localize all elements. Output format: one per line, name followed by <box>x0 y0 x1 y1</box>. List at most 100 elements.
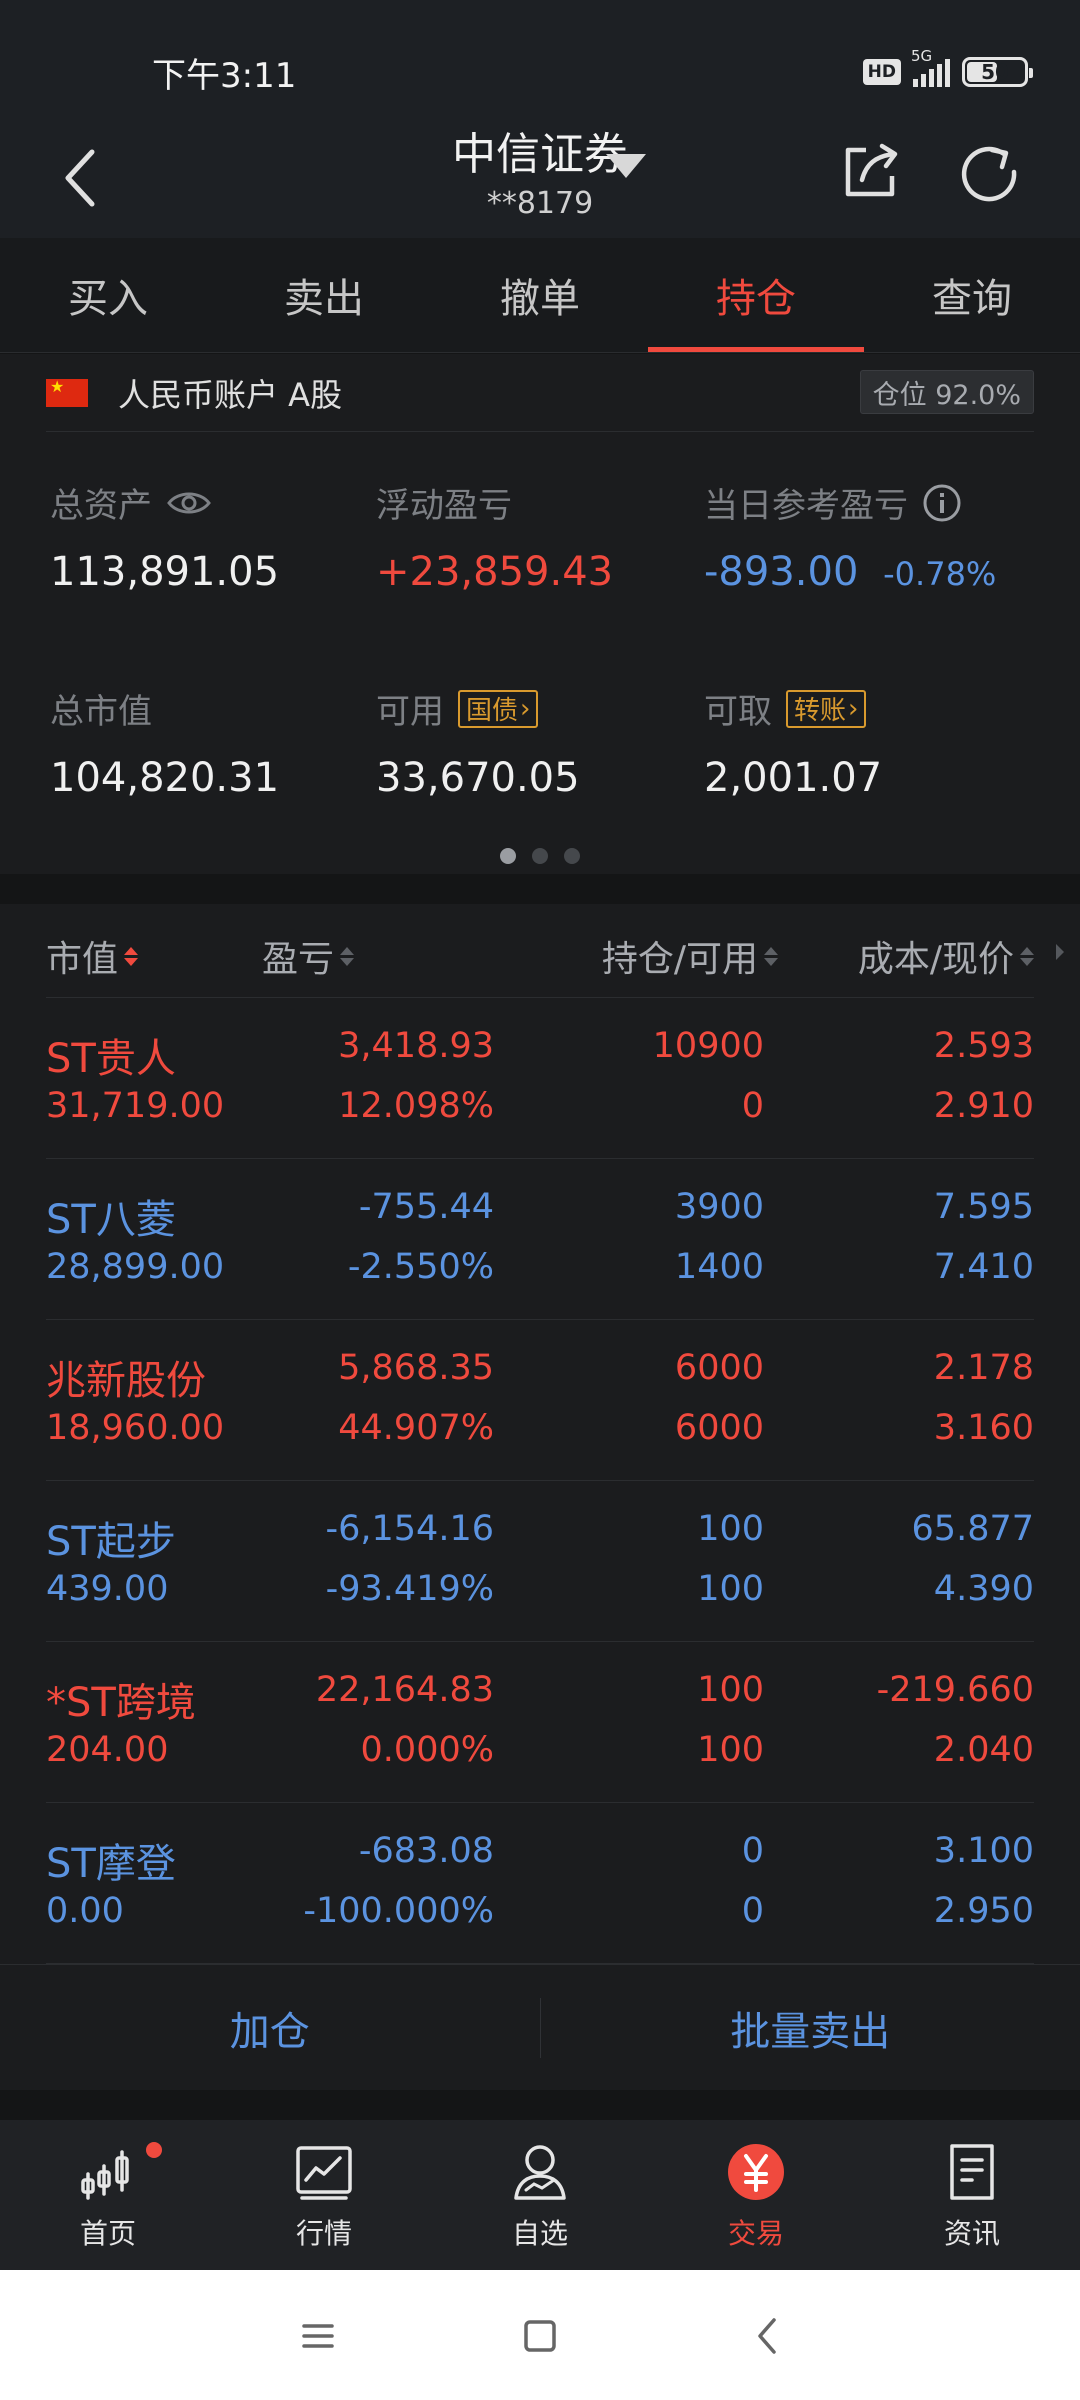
column-holding-available[interactable]: 持仓/可用 <box>602 930 778 982</box>
available-qty: 0 <box>741 1891 764 1931</box>
daily-pl-label: 当日参考盈亏 <box>704 486 908 526</box>
network-type: 5G <box>911 47 933 65</box>
market-value: 439.00 <box>46 1569 169 1609</box>
nav-home[interactable]: 首页 <box>0 2120 216 2270</box>
column-cost-price[interactable]: 成本/现价 <box>858 930 1034 982</box>
dropdown-caret-icon[interactable] <box>606 154 646 178</box>
profit-loss-percent: -93.419% <box>325 1569 494 1609</box>
position-ratio-badge: 仓位 92.0% <box>859 370 1034 414</box>
account-selector[interactable]: 中信证券 **8179 <box>0 118 1080 221</box>
info-icon[interactable] <box>922 483 962 523</box>
profit-loss: 5,868.35 <box>338 1348 494 1388</box>
stock-name: *ST跨境 <box>46 1680 196 1726</box>
profit-loss-percent: 44.907% <box>338 1408 494 1448</box>
header: 中信证券 **8179 <box>0 129 1080 238</box>
daily-pl-percent: -0.78% <box>883 555 997 593</box>
trade-tabs: 买入 卖出 撤单 持仓 查询 <box>0 238 1080 353</box>
available-label: 可用 <box>376 692 444 732</box>
nav-market[interactable]: 行情 <box>216 2120 432 2270</box>
tab-query[interactable]: 查询 <box>864 238 1080 352</box>
current-price: 7.410 <box>933 1247 1034 1287</box>
menu-icon[interactable] <box>290 2308 346 2364</box>
refresh-button[interactable] <box>956 138 1022 204</box>
holdings-table: 市值 盈亏 持仓/可用 成本/现价 ST贵人 31,719.00 3,418.93 1… <box>0 904 1080 1964</box>
total-assets-value: 113,891.05 <box>50 549 280 595</box>
stock-name: ST起步 <box>46 1519 176 1565</box>
tab-positions[interactable]: 持仓 <box>648 238 864 352</box>
holding-row[interactable]: ST摩登 0.00 -683.08 -100.000% 0 0 3.100 2.950 <box>46 1803 1034 1964</box>
market-value: 0.00 <box>46 1891 124 1931</box>
holding-row[interactable]: ST起步 439.00 -6,154.16 -93.419% 100 100 65.877 4… <box>46 1481 1034 1642</box>
available-qty: 100 <box>697 1569 764 1609</box>
cost-price: 2.593 <box>933 1026 1034 1066</box>
nav-news[interactable]: 资讯 <box>864 2120 1080 2270</box>
profit-loss: -755.44 <box>358 1187 494 1227</box>
account-number: **8179 <box>486 186 594 221</box>
sort-icon <box>1020 946 1034 966</box>
profit-loss: 3,418.93 <box>338 1026 494 1066</box>
holding-qty: 6000 <box>674 1348 764 1388</box>
market-value: 31,719.00 <box>46 1086 225 1126</box>
available-qty: 0 <box>741 1086 764 1126</box>
status-bar: 下午3:11 HD 5G 50 <box>0 0 1080 130</box>
page-dot <box>532 848 548 864</box>
share-button[interactable] <box>838 138 904 204</box>
account-label: 人民币账户 A股 <box>118 375 343 414</box>
profit-loss-percent: -2.550% <box>347 1247 494 1287</box>
column-market-value[interactable]: 市值 <box>46 930 139 982</box>
holding-row[interactable]: 兆新股份 18,960.00 5,868.35 44.907% 6000 6000 2.17… <box>46 1320 1034 1481</box>
back-icon[interactable] <box>740 2308 796 2364</box>
available-value: 33,670.05 <box>376 755 580 801</box>
cost-price: 2.178 <box>933 1348 1034 1388</box>
market-value-value: 104,820.31 <box>50 755 280 801</box>
signal-icon: 5G <box>911 47 950 87</box>
hd-icon: HD <box>862 59 901 85</box>
nav-watchlist[interactable]: 自选 <box>432 2120 648 2270</box>
add-position-button[interactable]: 加仓 <box>0 1999 540 2057</box>
cost-price: -219.660 <box>876 1670 1034 1710</box>
cost-price: 65.877 <box>911 1509 1034 1549</box>
holding-row[interactable]: *ST跨境 204.00 22,164.83 0.000% 100 100 -219.660… <box>46 1642 1034 1803</box>
holding-qty: 0 <box>741 1831 764 1871</box>
home-icon[interactable] <box>512 2308 568 2364</box>
bottom-nav: 首页 行情 自选 交易 资讯 <box>0 2120 1080 2270</box>
chevron-right-icon: › <box>848 693 859 724</box>
tab-sell[interactable]: 卖出 <box>216 238 432 352</box>
floating-pl-value: +23,859.43 <box>376 549 614 595</box>
profit-loss: 22,164.83 <box>315 1670 494 1710</box>
battery-icon: 50 <box>962 57 1033 87</box>
current-price: 3.160 <box>933 1408 1034 1448</box>
tab-cancel-order[interactable]: 撤单 <box>432 238 648 352</box>
current-price: 2.040 <box>933 1730 1034 1770</box>
treasury-bond-button[interactable]: 国债 › <box>458 689 539 728</box>
eye-icon[interactable] <box>166 488 212 518</box>
news-icon <box>950 2144 994 2200</box>
market-value: 18,960.00 <box>46 1408 225 1448</box>
holding-row[interactable]: ST八菱 28,899.00 -755.44 -2.550% 3900 1400 7.595… <box>46 1159 1034 1320</box>
column-profit-loss[interactable]: 盈亏 <box>262 930 354 982</box>
available-funds: 可用 国债 › 33,670.05 <box>376 684 580 801</box>
available-qty: 6000 <box>674 1408 764 1448</box>
scroll-right-icon <box>1056 944 1064 960</box>
holdings-header: 市值 盈亏 持仓/可用 成本/现价 <box>46 904 1064 998</box>
cost-price: 3.100 <box>933 1831 1034 1871</box>
profit-loss-percent: 0.000% <box>360 1730 494 1770</box>
holding-row[interactable]: ST贵人 31,719.00 3,418.93 12.098% 10900 0 2.593 2… <box>46 998 1034 1159</box>
account-row: 人民币账户 A股 仓位 92.0% <box>46 354 1034 432</box>
page-dot <box>564 848 580 864</box>
sort-icon <box>124 946 139 966</box>
holding-qty: 3900 <box>674 1187 764 1227</box>
available-qty: 100 <box>697 1730 764 1770</box>
tab-buy[interactable]: 买入 <box>0 238 216 352</box>
profit-loss: -6,154.16 <box>325 1509 495 1549</box>
status-time: 下午3:11 <box>152 56 297 96</box>
cost-price: 7.595 <box>933 1187 1034 1227</box>
total-assets-label: 总资产 <box>50 486 152 526</box>
transfer-button[interactable]: 转账 › <box>786 689 867 728</box>
current-price: 2.950 <box>933 1891 1034 1931</box>
profit-loss: -683.08 <box>358 1831 494 1871</box>
candlestick-icon <box>81 2150 129 2200</box>
sort-icon <box>764 946 778 966</box>
batch-sell-button[interactable]: 批量卖出 <box>541 1999 1080 2057</box>
nav-trade[interactable]: 交易 <box>648 2120 864 2270</box>
